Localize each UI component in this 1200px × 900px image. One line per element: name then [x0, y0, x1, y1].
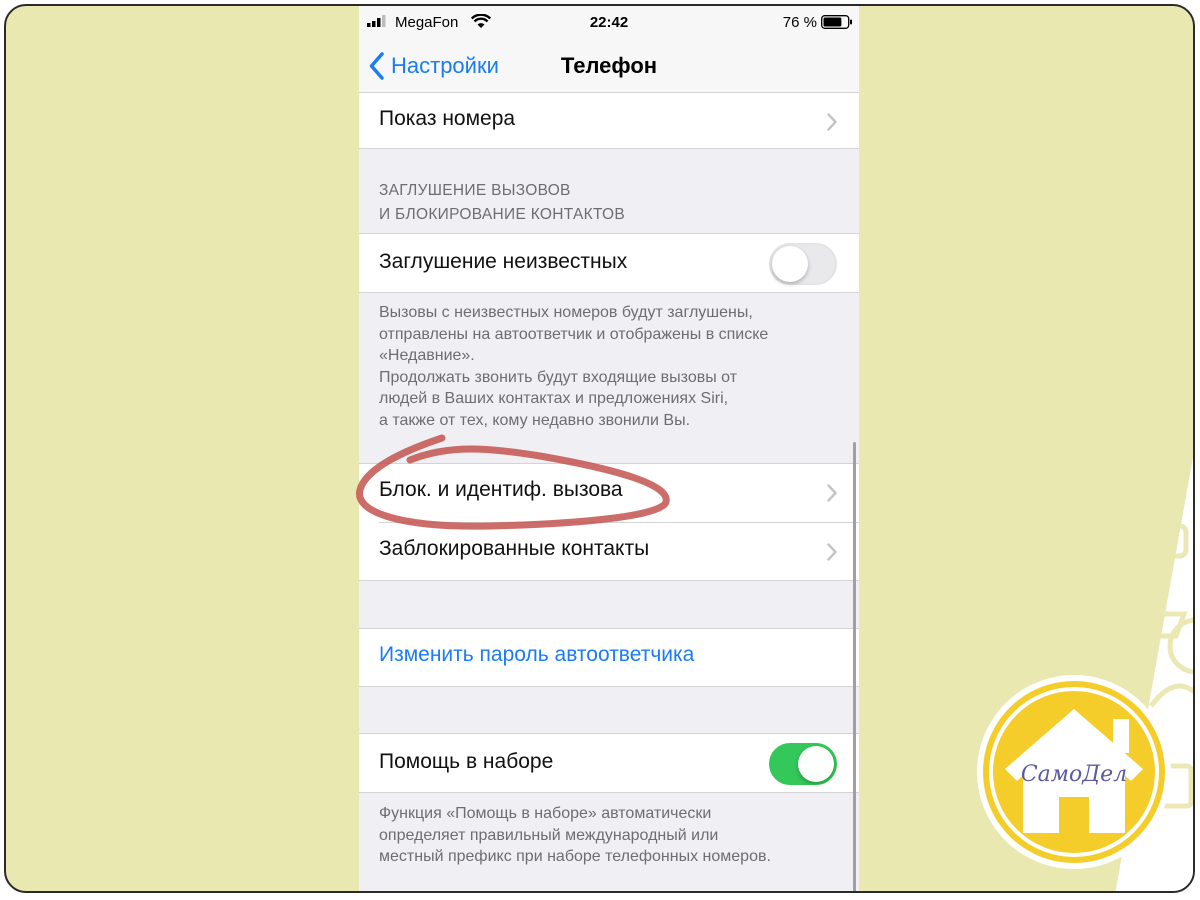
chevron-right-icon [827, 113, 837, 131]
battery-percent: 76 % [782, 14, 817, 31]
chevron-right-icon [827, 484, 837, 502]
phone-screen: MegaFon 22:42 76 % Настройки Телефон Пок… [359, 6, 859, 891]
silence-unknown-cell: Заглушение неизвестных [359, 233, 859, 293]
caller-id-cell[interactable]: Показ номера [359, 92, 859, 149]
silence-unknown-toggle[interactable] [769, 243, 837, 285]
logo-text: СамоДел [1021, 762, 1127, 787]
dial-assist-label: Помощь в наборе [379, 750, 554, 773]
samodel-logo: СамоДел [977, 675, 1171, 869]
dial-assist-cell: Помощь в наборе [359, 733, 859, 793]
change-voicemail-password-cell[interactable]: Изменить пароль автоответчика [359, 628, 859, 687]
chevron-right-icon [827, 543, 837, 561]
scroll-indicator[interactable] [853, 442, 856, 891]
dial-assist-description: Функция «Помощь в наборе» автоматически … [379, 805, 771, 865]
page-title: Телефон [560, 53, 658, 78]
battery-icon [821, 15, 852, 29]
change-voicemail-password-link[interactable]: Изменить пароль автоответчика [379, 643, 694, 667]
block-identify-label: Блок. и идентиф. вызова [379, 478, 623, 501]
section-header-silencing: ЗАГЛУШЕНИЕ ВЫЗОВОВ И БЛОКИРОВАНИЕ КОНТАК… [379, 182, 626, 223]
dial-assist-toggle[interactable] [769, 743, 837, 785]
caller-id-label: Показ номера [379, 107, 516, 130]
silence-unknown-description: Вызовы с неизвестных номеров будут заглу… [379, 304, 769, 429]
navigation-bar: Настройки Телефон [359, 38, 859, 96]
status-bar: MegaFon 22:42 76 % [359, 6, 859, 38]
blocking-group: Блок. и идентиф. вызова Заблокированные … [359, 463, 859, 581]
blocked-contacts-label: Заблокированные контакты [379, 537, 650, 560]
blocked-contacts-cell[interactable]: Заблокированные контакты [359, 523, 859, 581]
block-identify-cell[interactable]: Блок. и идентиф. вызова [359, 464, 859, 522]
silence-unknown-label: Заглушение неизвестных [379, 250, 628, 273]
